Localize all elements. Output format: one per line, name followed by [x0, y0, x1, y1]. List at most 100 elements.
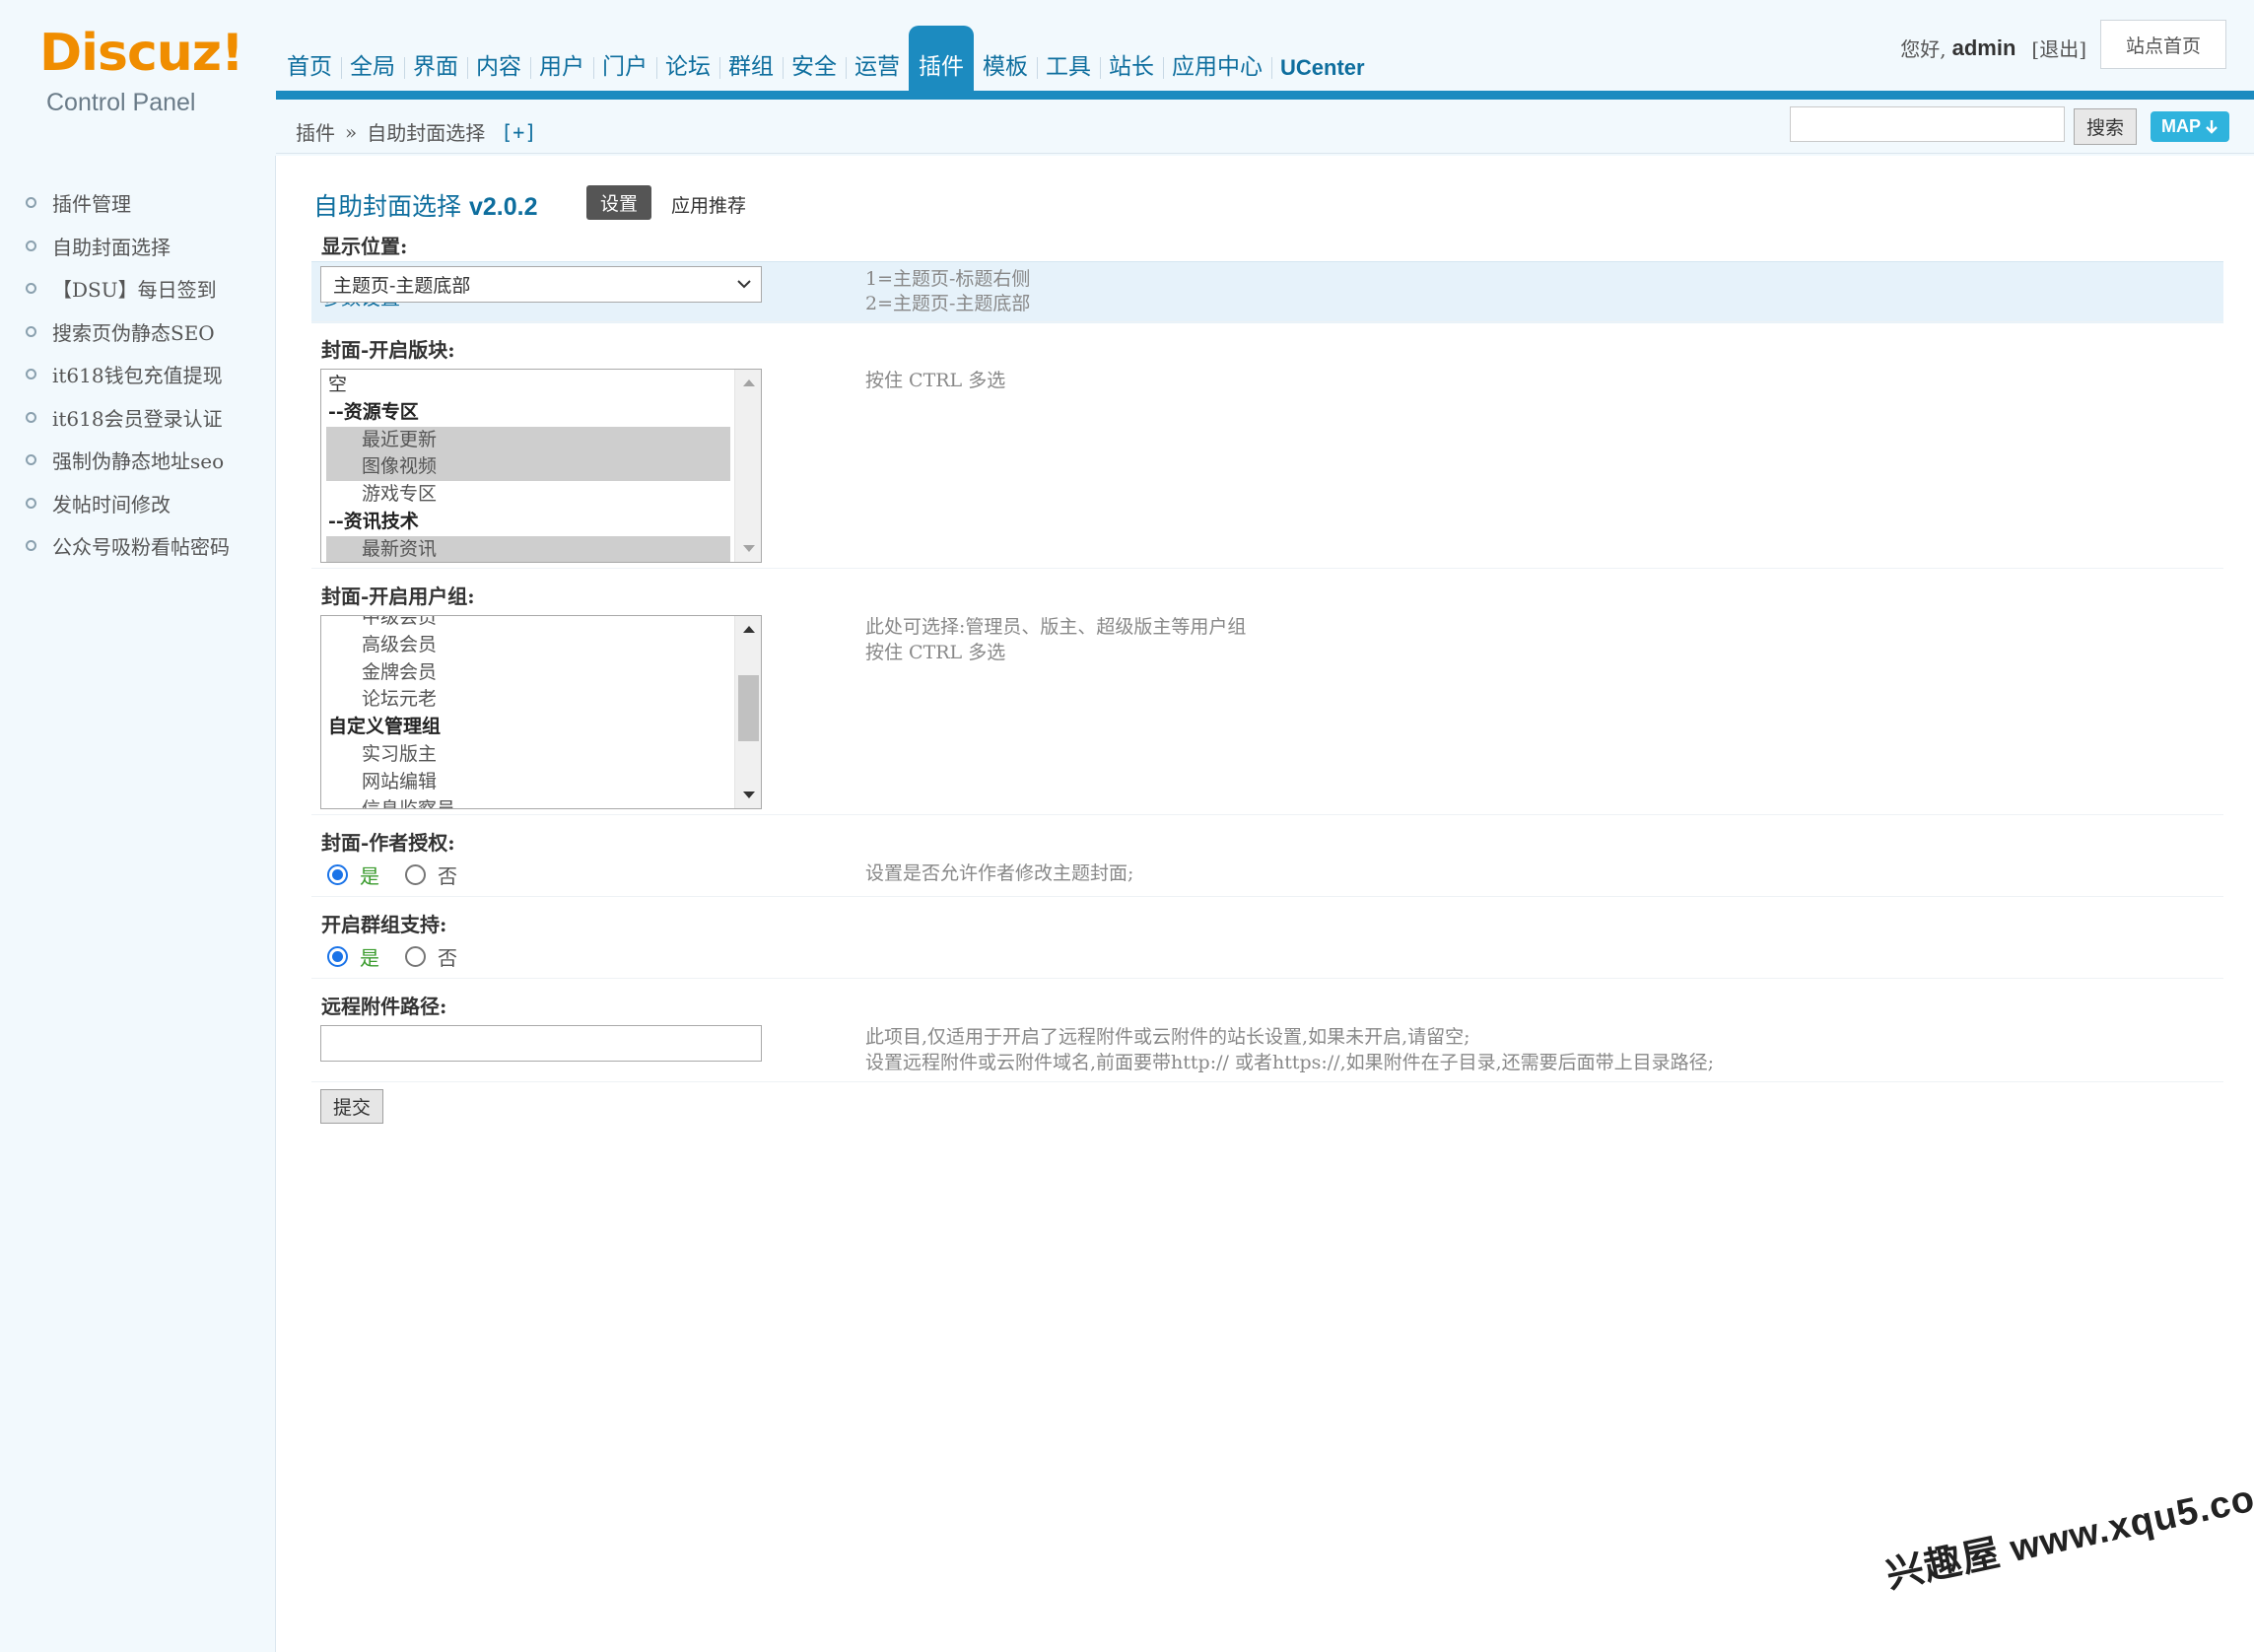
option-group[interactable]: --资讯技术: [326, 509, 730, 536]
row-divider: [311, 1081, 2223, 1082]
submit-button[interactable]: 提交: [320, 1089, 383, 1124]
list-option[interactable]: 游戏专区: [326, 481, 730, 509]
list-option[interactable]: 信息监察员: [326, 796, 730, 808]
list-option[interactable]: 实习版主: [326, 741, 730, 769]
author-auth-no-radio[interactable]: [405, 864, 426, 885]
scrollbar-thumb[interactable]: [738, 675, 759, 741]
logout-link[interactable]: [退出]: [2031, 34, 2086, 62]
nav-global[interactable]: 全局: [341, 26, 404, 93]
position-label: 显示位置:: [321, 235, 408, 258]
list-option[interactable]: 图像视频: [326, 453, 730, 482]
nav-underline: [276, 91, 2254, 100]
sidebar: 插件管理 自助封面选择 【DSU】每日签到搜索页伪静态SEO it618钱包充值提现 i…: [0, 156, 276, 1652]
usergroups-scrollbar[interactable]: [734, 616, 761, 808]
remote-path-hint-2: 设置远程附件或云附件域名,前面要带http:// 或者https://,如果附件…: [865, 1052, 1715, 1073]
forums-label: 封面-开启版块:: [321, 338, 455, 362]
position-hint-2: 2=主题页-主题底部: [865, 293, 1031, 314]
sidebar-menu: 插件管理 自助封面选择 【DSU】每日签到搜索页伪静态SEO it618钱包充值提现 i…: [0, 156, 275, 568]
nav-group[interactable]: 群组: [719, 26, 783, 93]
position-select[interactable]: 主题页-主题底部: [320, 266, 762, 303]
sidebar-item[interactable]: 强制伪静态地址seo: [0, 439, 275, 482]
plugin-name: 自助封面选择: [313, 192, 462, 221]
add-shortcut-link[interactable]: [+]: [501, 120, 536, 144]
user-bar: 您好, admin [退出]: [1900, 34, 2086, 62]
nav-home[interactable]: 首页: [278, 26, 341, 93]
search-input[interactable]: [1790, 106, 2065, 142]
usergroups-hint-2: 按住 CTRL 多选: [865, 642, 1006, 663]
sidebar-item[interactable]: 自助封面选择: [0, 225, 275, 268]
site-home-button[interactable]: 站点首页: [2100, 20, 2226, 69]
main-content: 自助封面选择 v2.0.2 设置 应用推荐 参数设置 显示位置: 主题页-主题底…: [276, 156, 2254, 1652]
sidebar-item[interactable]: it618会员登录认证: [0, 396, 275, 440]
author-auth-yes-radio[interactable]: [327, 864, 348, 885]
sidebar-item[interactable]: it618钱包充值提现: [0, 353, 275, 396]
tab-settings[interactable]: 设置: [586, 185, 651, 220]
option-group[interactable]: --资源专区: [326, 399, 730, 427]
sidebar-item[interactable]: 插件管理: [0, 181, 275, 225]
map-label: MAP: [2161, 116, 2201, 136]
nav-tools[interactable]: 工具: [1037, 26, 1100, 93]
row-divider: [311, 896, 2223, 897]
bullet-icon: [26, 540, 36, 552]
arrow-down-icon: [2206, 119, 2218, 134]
nav-plugin[interactable]: 插件: [909, 26, 974, 93]
option-group[interactable]: 自定义管理组: [326, 714, 730, 741]
list-option[interactable]: 网站编辑: [326, 769, 730, 796]
chevron-down-icon: [737, 280, 751, 289]
forums-scrollbar[interactable]: [734, 370, 761, 562]
group-support-yes-radio[interactable]: [327, 946, 348, 967]
sidebar-item-label: 强制伪静态地址seo: [52, 449, 225, 474]
sidebar-item[interactable]: 【DSU】每日签到: [0, 267, 275, 310]
tab-recommend[interactable]: 应用推荐: [671, 191, 746, 218]
list-option[interactable]: 高级会员: [326, 632, 730, 659]
nav-user[interactable]: 用户: [530, 26, 593, 93]
usergroups-listbox[interactable]: 中级会员高级会员金牌会员论坛元老自定义管理组实习版主网站编辑信息监察员审核员系统…: [320, 615, 762, 809]
list-option[interactable]: 论坛元老: [326, 686, 730, 714]
list-option[interactable]: 最新资讯: [326, 535, 730, 562]
author-auth-hint: 设置是否允许作者修改主题封面;: [865, 862, 1134, 884]
logo-brand: Discuz!: [39, 24, 244, 83]
nav-content[interactable]: 内容: [467, 26, 530, 93]
nav-forum[interactable]: 论坛: [656, 26, 719, 93]
usergroups-options: 中级会员高级会员金牌会员论坛元老自定义管理组实习版主网站编辑信息监察员审核员系统…: [326, 616, 730, 808]
bullet-icon: [26, 283, 36, 295]
list-option[interactable]: 金牌会员: [326, 659, 730, 687]
sidebar-item-label: it618会员登录认证: [52, 406, 223, 431]
nav-operation[interactable]: 运营: [846, 26, 909, 93]
sidebar-item[interactable]: 搜索页伪静态SEO: [0, 310, 275, 354]
bullet-icon: [26, 197, 36, 209]
remote-path-input[interactable]: [320, 1025, 762, 1062]
header: Discuz! Control Panel 首页 全局 界面 内容 用户 门户 论坛 群组 安全…: [0, 0, 2254, 156]
nav-template[interactable]: 模板: [974, 26, 1037, 93]
breadcrumb-root[interactable]: 插件: [296, 117, 335, 146]
breadcrumb-separator: »: [345, 119, 358, 144]
author-auth-label: 封面-作者授权:: [321, 831, 455, 855]
sidebar-item-label: 搜索页伪静态SEO: [52, 320, 215, 345]
nav-interface[interactable]: 界面: [404, 26, 467, 93]
nav-security[interactable]: 安全: [783, 26, 846, 93]
forums-options: 空--资源专区最近更新图像视频游戏专区--资讯技术最新资讯技术教程: [326, 372, 730, 562]
sidebar-item[interactable]: 公众号吸粉看帖密码: [0, 524, 275, 568]
greeting: 您好,: [1900, 37, 1947, 61]
list-option[interactable]: 空: [326, 372, 730, 399]
nav-ucenter[interactable]: UCenter: [1271, 26, 1374, 93]
position-select-value: 主题页-主题底部: [333, 275, 471, 297]
group-support-yes-label[interactable]: 是: [360, 942, 379, 971]
nav-app-center[interactable]: 应用中心: [1163, 26, 1271, 93]
author-auth-yes-label[interactable]: 是: [360, 860, 379, 889]
group-support-label: 开启群组支持:: [321, 913, 447, 936]
forums-listbox[interactable]: 空--资源专区最近更新图像视频游戏专区--资讯技术最新资讯技术教程: [320, 369, 762, 563]
bullet-icon: [26, 369, 36, 380]
list-option[interactable]: 中级会员: [326, 616, 730, 632]
scroll-up-icon: [743, 379, 755, 386]
nav-founder[interactable]: 站长: [1100, 26, 1163, 93]
sidebar-item-label: 公众号吸粉看帖密码: [52, 535, 230, 560]
group-support-no-radio[interactable]: [405, 946, 426, 967]
sidebar-item[interactable]: 发帖时间修改: [0, 482, 275, 525]
nav-portal[interactable]: 门户: [593, 26, 656, 93]
group-support-no-label[interactable]: 否: [438, 942, 457, 971]
map-button[interactable]: MAP: [2151, 111, 2229, 142]
author-auth-no-label[interactable]: 否: [438, 860, 457, 889]
list-option[interactable]: 最近更新: [326, 426, 730, 454]
search-button[interactable]: 搜索: [2074, 108, 2137, 145]
